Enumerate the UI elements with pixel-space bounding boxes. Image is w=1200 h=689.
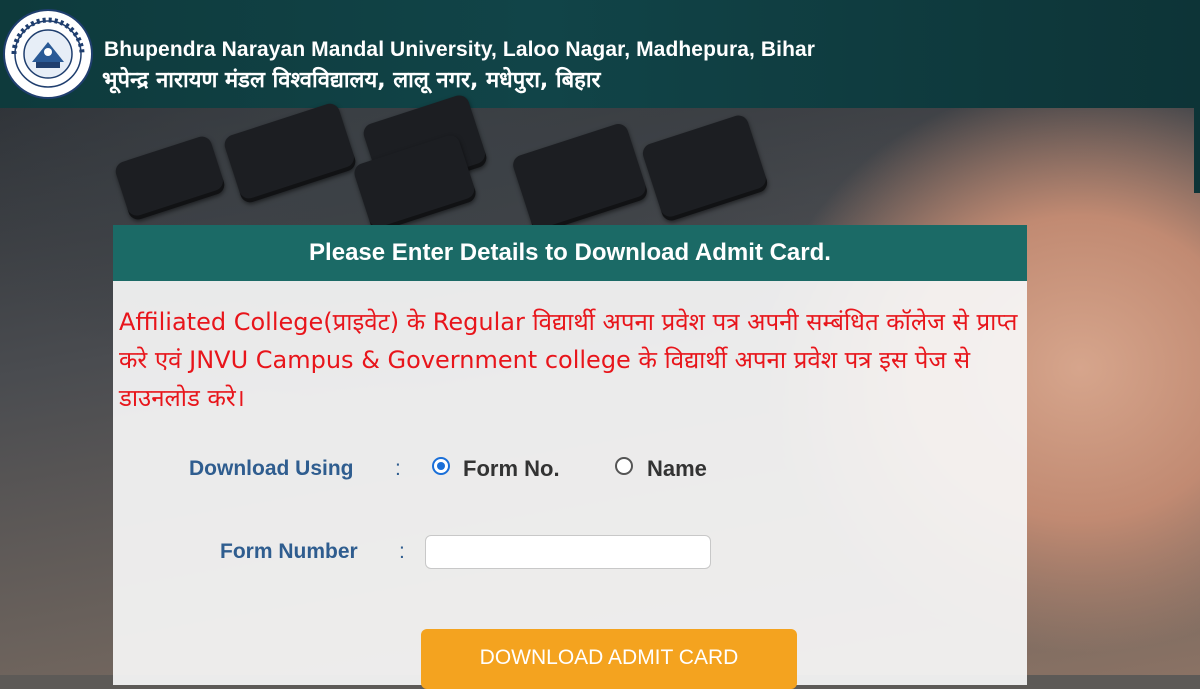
admit-card-form-panel: Please Enter Details to Download Admit C…	[113, 225, 1027, 689]
colon-separator: :	[395, 457, 401, 480]
radio-form-no[interactable]	[432, 457, 450, 475]
radio-label-name[interactable]: Name	[647, 456, 707, 482]
keyboard-key	[510, 121, 650, 235]
keyboard-key	[113, 134, 227, 222]
university-seal-icon	[3, 9, 93, 99]
background-edge	[1194, 108, 1200, 193]
form-number-input[interactable]	[425, 535, 711, 569]
form-heading: Please Enter Details to Download Admit C…	[113, 225, 1027, 281]
keyboard-key	[222, 101, 358, 205]
download-using-label: Download Using	[189, 457, 354, 480]
keyboard-key	[640, 112, 770, 224]
site-header: Bhupendra Narayan Mandal University, Lal…	[0, 0, 1200, 108]
radio-label-form-no[interactable]: Form No.	[463, 456, 560, 482]
download-admit-card-button[interactable]: DOWNLOAD ADMIT CARD	[421, 629, 797, 689]
notice-text: Affiliated College(प्राइवेट) के Regular …	[119, 308, 1018, 412]
colon-separator: :	[399, 540, 405, 563]
form-number-label: Form Number	[220, 540, 358, 563]
radio-name[interactable]	[615, 457, 633, 475]
university-name-hindi: भूपेन्द्र नारायण मंडल विश्वविद्यालय, लाल…	[102, 68, 601, 93]
university-name-english: Bhupendra Narayan Mandal University, Lal…	[104, 38, 816, 61]
